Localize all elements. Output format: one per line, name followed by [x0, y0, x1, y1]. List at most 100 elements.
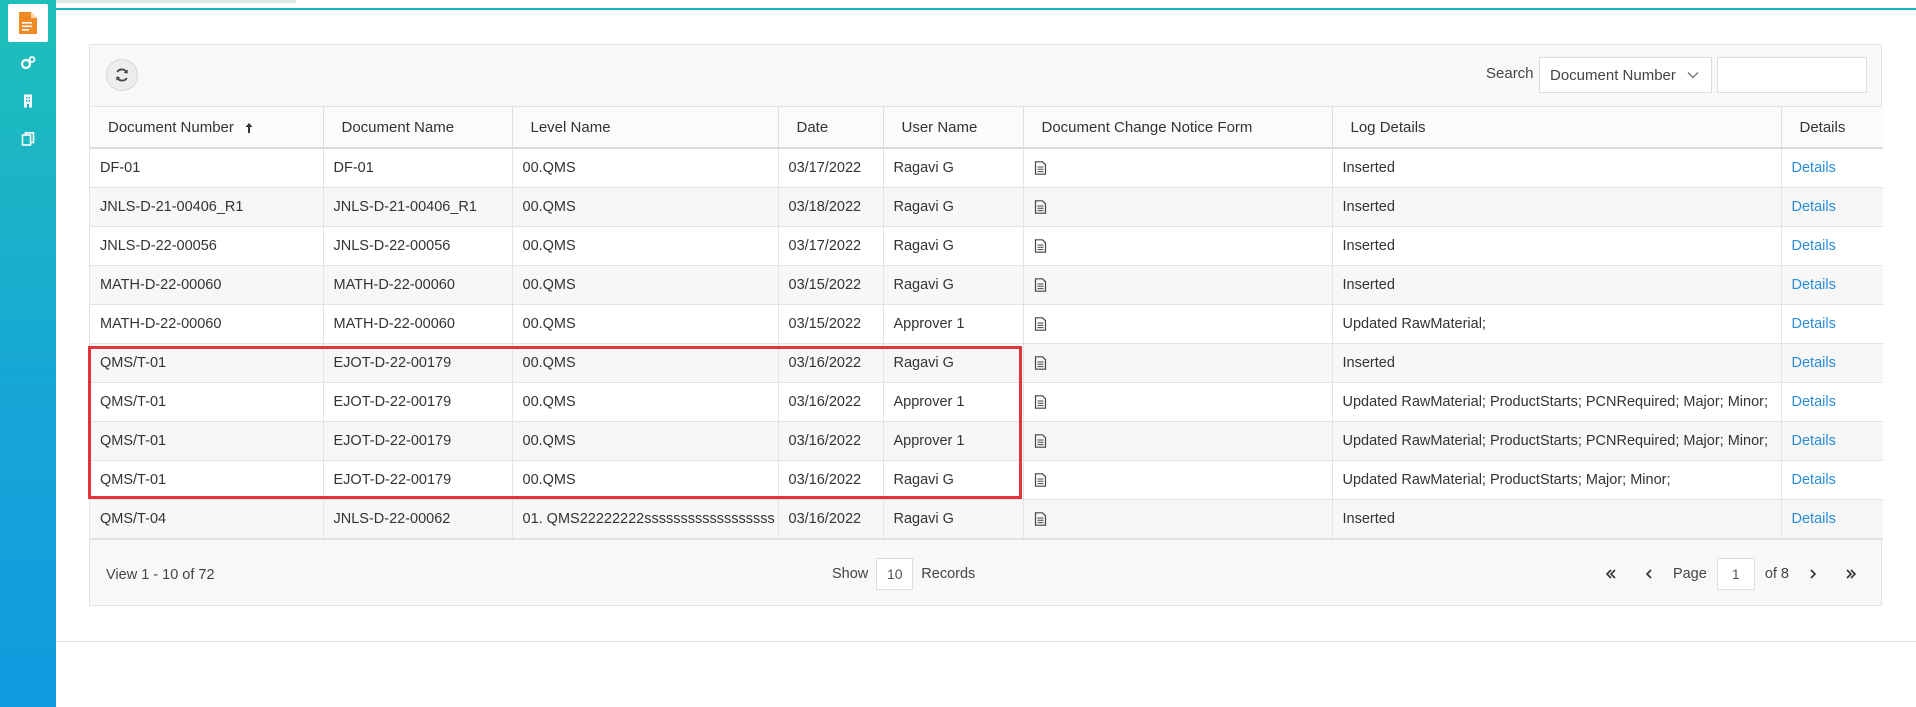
cell-user-name: Ragavi G	[883, 265, 1024, 305]
page-label: Page	[1672, 565, 1707, 582]
cell-change-notice-form	[1023, 421, 1333, 461]
building-icon[interactable]	[19, 92, 37, 110]
sort-ascending-icon	[245, 122, 253, 133]
cell-document-number: QMS/T-01	[90, 460, 324, 500]
document-icon[interactable]	[1034, 472, 1047, 487]
double-chevron-right-icon	[1846, 568, 1857, 579]
details-link[interactable]: Details	[1781, 148, 1883, 188]
document-icon[interactable]	[1034, 199, 1047, 214]
cell-document-number: MATH-D-22-00060	[90, 304, 324, 344]
records-label: Records	[921, 565, 976, 582]
refresh-icon	[116, 68, 128, 82]
document-icon[interactable]	[1034, 316, 1047, 331]
cell-change-notice-form	[1023, 382, 1333, 422]
sidebar-nav	[0, 54, 56, 148]
col-header-document-name[interactable]: Document Name	[323, 107, 513, 149]
cell-change-notice-form	[1023, 148, 1333, 188]
cell-date: 03/16/2022	[778, 499, 884, 539]
refresh-button[interactable]	[106, 59, 138, 91]
cell-level-name: 00.QMS	[512, 187, 779, 227]
details-link[interactable]: Details	[1781, 304, 1883, 344]
table-row: MATH-D-22-00060 MATH-D-22-00060 00.QMS 0…	[90, 265, 1883, 305]
cell-date: 03/18/2022	[778, 187, 884, 227]
search-input[interactable]	[1717, 57, 1867, 93]
cell-date: 03/16/2022	[778, 382, 884, 422]
table-row: DF-01 DF-01 00.QMS 03/17/2022 Ragavi G I…	[90, 148, 1883, 188]
table-row: MATH-D-22-00060 MATH-D-22-00060 00.QMS 0…	[90, 304, 1883, 344]
table-body: DF-01 DF-01 00.QMS 03/17/2022 Ragavi G I…	[90, 148, 1883, 539]
cell-level-name: 00.QMS	[512, 421, 779, 461]
cell-user-name: Ragavi G	[883, 187, 1024, 227]
col-header-user-name[interactable]: User Name	[883, 107, 1024, 149]
details-link[interactable]: Details	[1781, 499, 1883, 539]
main-content: Search Document Number Document Number D…	[56, 10, 1916, 642]
cell-change-notice-form	[1023, 499, 1333, 539]
cell-log-details: Inserted	[1332, 499, 1782, 539]
col-header-log-details[interactable]: Log Details	[1332, 107, 1782, 149]
cell-level-name: 01. QMS22222222ssssssssssssssssss	[512, 499, 779, 539]
table-header-row: Document Number Document Name Level Name…	[90, 107, 1883, 149]
table-row: JNLS-D-22-00056 JNLS-D-22-00056 00.QMS 0…	[90, 226, 1883, 266]
document-icon[interactable]	[1034, 238, 1047, 253]
copy-icon[interactable]	[19, 130, 37, 148]
cell-user-name: Approver 1	[883, 421, 1024, 461]
next-page-button[interactable]	[1799, 558, 1827, 590]
show-label: Show	[832, 565, 869, 582]
cell-date: 03/16/2022	[778, 343, 884, 383]
cell-user-name: Approver 1	[883, 304, 1024, 344]
details-link[interactable]: Details	[1781, 460, 1883, 500]
cell-change-notice-form	[1023, 226, 1333, 266]
details-link[interactable]: Details	[1781, 343, 1883, 383]
details-link[interactable]: Details	[1781, 421, 1883, 461]
cell-change-notice-form	[1023, 187, 1333, 227]
document-icon[interactable]	[1034, 355, 1047, 370]
details-link[interactable]: Details	[1781, 265, 1883, 305]
details-link[interactable]: Details	[1781, 187, 1883, 227]
table-row: QMS/T-01 EJOT-D-22-00179 00.QMS 03/16/20…	[90, 460, 1883, 500]
chevron-down-icon	[1687, 72, 1699, 79]
table-row: QMS/T-01 EJOT-D-22-00179 00.QMS 03/16/20…	[90, 343, 1883, 383]
cell-level-name: 00.QMS	[512, 304, 779, 344]
cell-document-number: QMS/T-01	[90, 343, 324, 383]
col-header-level-name[interactable]: Level Name	[512, 107, 779, 149]
table-row: QMS/T-01 EJOT-D-22-00179 00.QMS 03/16/20…	[90, 421, 1883, 461]
document-icon[interactable]	[1034, 161, 1047, 175]
page-total-label: of 8	[1764, 565, 1789, 582]
table-row: QMS/T-04 JNLS-D-22-00062 01. QMS22222222…	[90, 499, 1883, 539]
cell-log-details: Inserted	[1332, 265, 1782, 305]
cell-document-name: EJOT-D-22-00179	[323, 382, 513, 422]
cell-level-name: 00.QMS	[512, 226, 779, 266]
cell-log-details: Inserted	[1332, 148, 1782, 188]
cell-document-name: JNLS-D-21-00406_R1	[323, 187, 513, 227]
gears-icon[interactable]	[19, 54, 37, 72]
last-page-button[interactable]	[1837, 558, 1865, 590]
search-field-selected: Document Number	[1550, 66, 1676, 84]
col-header-date[interactable]: Date	[778, 107, 884, 149]
cell-document-name: EJOT-D-22-00179	[323, 343, 513, 383]
page-number-input[interactable]: 1	[1716, 557, 1755, 590]
search-label: Search	[1486, 65, 1534, 82]
cell-user-name: Ragavi G	[883, 148, 1024, 188]
prev-page-button[interactable]	[1635, 558, 1663, 590]
details-link[interactable]: Details	[1781, 226, 1883, 266]
details-link[interactable]: Details	[1781, 382, 1883, 422]
app-logo[interactable]	[8, 4, 48, 42]
cell-document-number: MATH-D-22-00060	[90, 265, 324, 305]
top-tab-stub	[56, 0, 296, 3]
document-icon[interactable]	[1034, 511, 1047, 526]
chevron-left-icon	[1645, 568, 1652, 579]
document-icon[interactable]	[1034, 433, 1047, 448]
page-size-input[interactable]: 10	[876, 557, 914, 590]
cell-document-number: QMS/T-01	[90, 382, 324, 422]
cell-change-notice-form	[1023, 304, 1333, 344]
col-header-document-number[interactable]: Document Number	[90, 107, 324, 149]
col-header-change-notice-form[interactable]: Document Change Notice Form	[1023, 107, 1333, 149]
record-count-info: View 1 - 10 of 72	[106, 566, 215, 583]
document-icon[interactable]	[1034, 394, 1047, 409]
search-field-select[interactable]: Document Number	[1539, 57, 1712, 93]
first-page-button[interactable]	[1597, 558, 1625, 590]
cell-log-details: Inserted	[1332, 343, 1782, 383]
cell-document-number: QMS/T-01	[90, 421, 324, 461]
document-icon[interactable]	[1034, 277, 1047, 292]
col-header-details: Details	[1781, 107, 1883, 149]
